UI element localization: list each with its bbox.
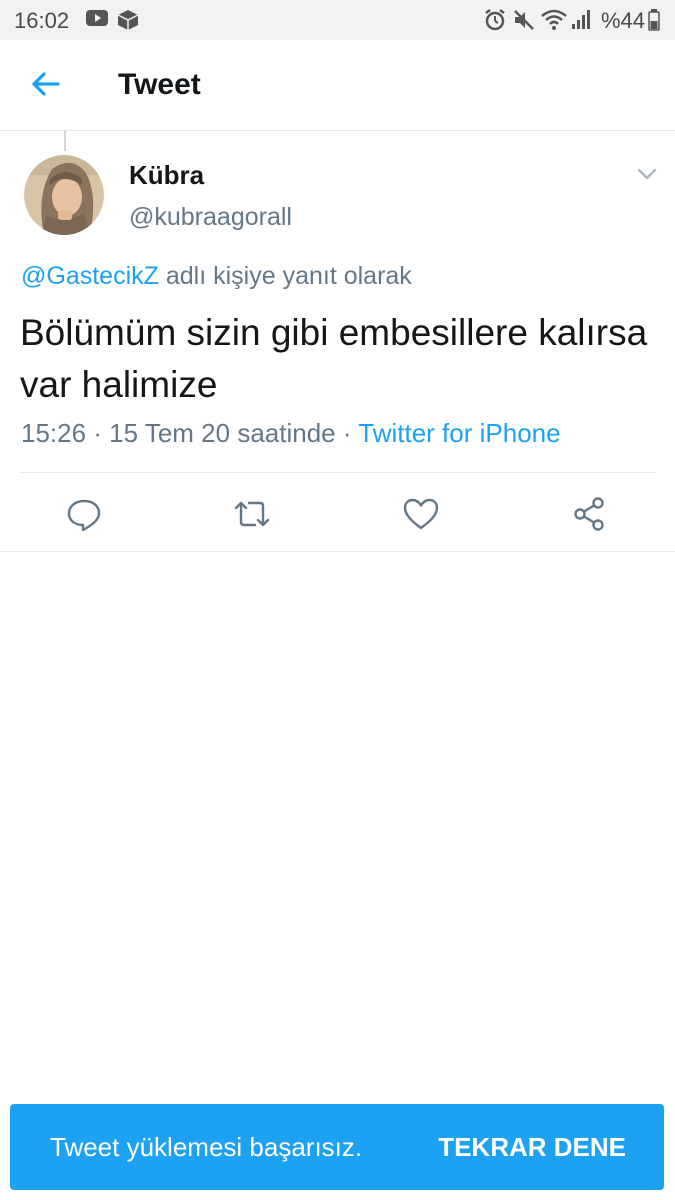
snackbar-message: Tweet yüklemesi başarısız. — [50, 1132, 363, 1162]
youtube-icon — [86, 9, 108, 32]
share-button[interactable] — [570, 494, 610, 534]
divider — [20, 472, 655, 473]
retweet-icon — [234, 501, 270, 527]
arrow-left-icon — [32, 72, 60, 96]
box-icon — [117, 9, 139, 36]
divider — [0, 551, 675, 552]
reply-button[interactable] — [64, 494, 104, 534]
signal-icon — [571, 9, 591, 36]
reply-icon — [67, 499, 101, 532]
battery-icon — [648, 9, 660, 36]
alarm-icon — [484, 9, 506, 36]
tweet-text: Bölümüm sizin gibi embesillere kalırsa v… — [20, 312, 648, 405]
author-name[interactable]: Kübra — [129, 160, 204, 191]
retry-button[interactable]: TEKRAR DENE — [438, 1132, 626, 1163]
reply-context-text: adlı kişiye yanıt olarak — [158, 262, 412, 290]
heart-icon — [403, 498, 439, 530]
back-button[interactable] — [28, 66, 64, 102]
status-time: 16:02 — [14, 8, 70, 33]
like-button[interactable] — [401, 494, 441, 534]
tweet-menu-button[interactable] — [636, 166, 658, 182]
share-icon — [574, 497, 604, 531]
status-bar: 16:02 %44 — [0, 0, 675, 40]
page-title: Tweet — [118, 68, 201, 101]
error-snackbar: Tweet yüklemesi başarısız. TEKRAR DENE — [10, 1104, 664, 1190]
author-handle[interactable]: @kubraagorall — [129, 203, 292, 232]
chevron-down-icon — [637, 168, 657, 180]
app-header: Tweet — [0, 40, 675, 131]
avatar[interactable] — [24, 155, 104, 235]
wifi-icon — [541, 9, 567, 36]
thread-connector — [64, 131, 66, 151]
tweet-meta: 15:26 · 15 Tem 20 saatinde · Twitter for… — [21, 418, 561, 449]
mute-icon — [513, 9, 535, 36]
tweet-timestamp: 15:26 · 15 Tem 20 saatinde · — [21, 418, 359, 448]
reply-mention-link[interactable]: @GastecikZ — [21, 262, 159, 290]
tweet-source-link[interactable]: Twitter for iPhone — [358, 418, 560, 448]
battery-percent: %44 — [600, 8, 645, 33]
retweet-button[interactable] — [232, 494, 272, 534]
reply-context: @GastecikZ adlı kişiye yanıt olarak — [21, 262, 412, 291]
